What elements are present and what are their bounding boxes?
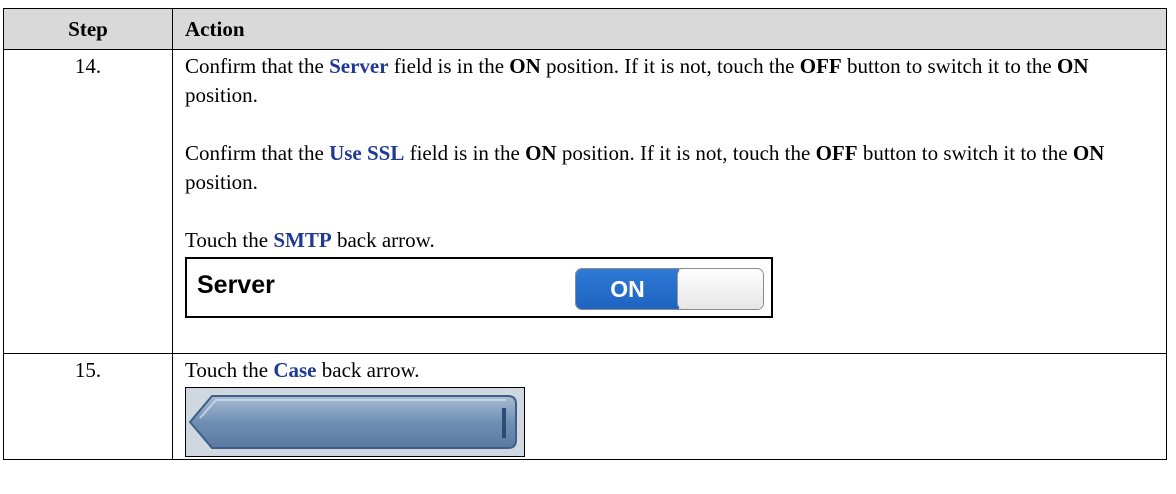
instruction-case: Touch the Case back arrow. xyxy=(185,358,420,382)
instruction-use-ssl: Confirm that the Use SSL field is in the… xyxy=(185,141,1105,194)
ui-term-case: Case xyxy=(273,358,317,382)
back-arrow-screenshot xyxy=(185,387,525,457)
step-number: 14. xyxy=(3,49,173,354)
action-cell: Touch the Case back arrow. xyxy=(172,353,1167,460)
instruction-server: Confirm that the Server field is in the … xyxy=(185,54,1089,107)
header-action: Action xyxy=(172,8,1167,50)
action-cell: Confirm that the Server field is in the … xyxy=(172,49,1167,354)
header-step: Step xyxy=(3,8,173,50)
step-number: 15. xyxy=(3,353,173,460)
ui-term-smtp: SMTP xyxy=(273,228,332,252)
server-toggle-screenshot: Server ON xyxy=(185,257,773,318)
ui-term-server: Server xyxy=(329,54,389,78)
table-row: 14. Confirm that the Server field is in … xyxy=(3,49,1167,354)
toggle-knob xyxy=(677,269,763,309)
instruction-smtp: Touch the SMTP back arrow. xyxy=(185,228,435,252)
table-header-row: Step Action xyxy=(3,8,1167,50)
ui-term-use-ssl: Use SSL xyxy=(329,141,405,165)
toggle-on-label: ON xyxy=(576,269,679,309)
steps-table: Step Action 14. Confirm that the Server … xyxy=(3,8,1167,460)
table-row: 15. Touch the Case back arrow. xyxy=(3,353,1167,460)
server-toggle[interactable]: ON xyxy=(575,268,764,310)
back-arrow-icon[interactable] xyxy=(186,388,524,456)
server-label: Server xyxy=(197,271,275,299)
